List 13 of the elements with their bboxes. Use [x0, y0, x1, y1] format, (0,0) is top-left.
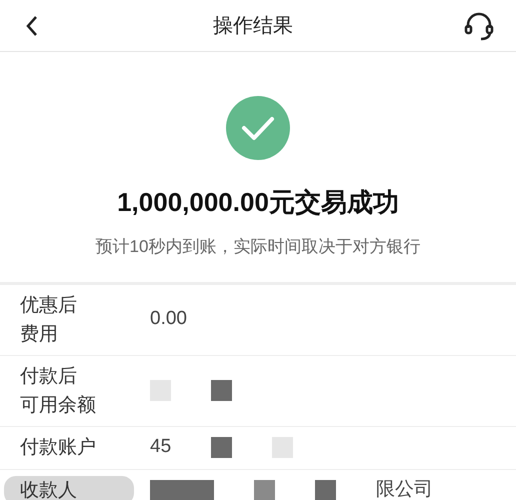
field-label: 可用余额 — [20, 394, 96, 418]
field-label: 付款账户 — [20, 436, 96, 460]
field-value: 0.00 — [150, 307, 187, 332]
field-label: 付款后 — [20, 364, 77, 388]
result-title: 1,000,000.00元交易成功 — [117, 186, 399, 219]
field-label: 收款人 — [20, 479, 77, 500]
field-value: 限公司 — [376, 478, 433, 500]
success-check-icon — [225, 95, 291, 161]
page-title: 操作结果 — [213, 14, 293, 38]
result-subtitle: 预计10秒内到账，实际时间取决于对方银行 — [96, 236, 420, 258]
field-label: 费用 — [20, 322, 58, 346]
field-label: 优惠后 — [20, 294, 77, 318]
field-value: 45 — [150, 435, 172, 460]
